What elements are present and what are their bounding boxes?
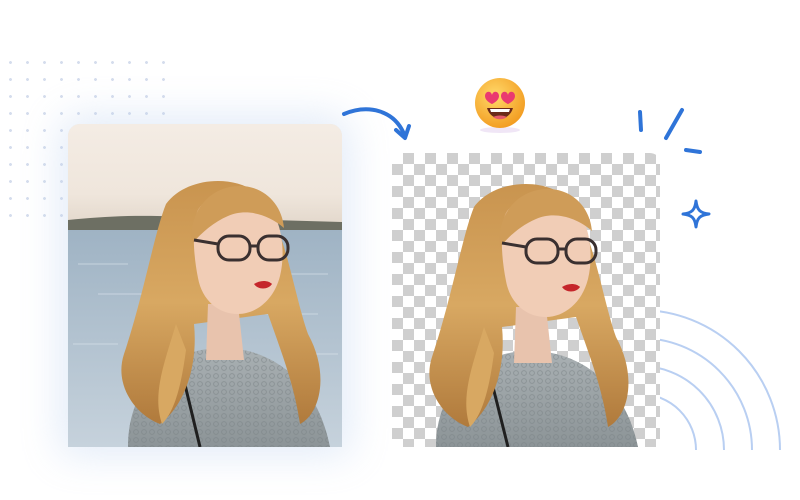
background-removed-result-card (392, 153, 660, 447)
background-removal-illustration (0, 0, 800, 500)
heart-eyes-emoji-icon (475, 78, 525, 133)
cutout-portrait (429, 183, 638, 447)
curved-arrow-icon (342, 107, 411, 140)
person-figure-cutout (429, 183, 638, 447)
original-photo (68, 124, 342, 447)
sparkle-star-icon (681, 199, 711, 229)
original-photo-card (68, 124, 342, 447)
concentric-rings-decoration (640, 309, 781, 451)
